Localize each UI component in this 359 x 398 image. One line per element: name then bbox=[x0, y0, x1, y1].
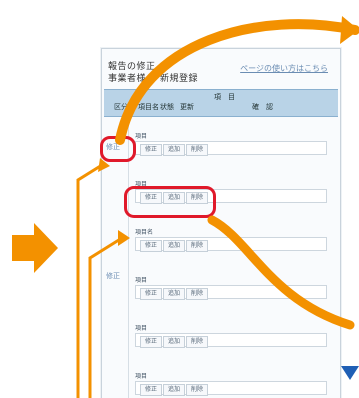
help-link[interactable]: ページの使い方はこちら bbox=[240, 63, 328, 75]
edit-button[interactable]: 修正 bbox=[140, 288, 162, 300]
add-button[interactable]: 追加 bbox=[163, 288, 185, 300]
edit-button[interactable]: 修正 bbox=[140, 144, 162, 156]
delete-button[interactable]: 削除 bbox=[186, 240, 208, 252]
delete-button[interactable]: 削除 bbox=[186, 288, 208, 300]
add-button[interactable]: 追加 bbox=[163, 240, 185, 252]
header-col: 更新 bbox=[180, 103, 194, 111]
delete-button[interactable]: 削除 bbox=[186, 144, 208, 156]
panel-title: 報告の修正 bbox=[108, 62, 156, 72]
edit-button[interactable]: 修正 bbox=[140, 240, 162, 252]
header-col: 区分 bbox=[114, 103, 128, 111]
orange-right-arrow-icon bbox=[12, 223, 58, 273]
edit-button[interactable]: 修正 bbox=[140, 336, 162, 348]
row-side-label[interactable]: 修正 bbox=[106, 271, 120, 281]
tutorial-illustration: 報告の修正 事業者様 新規登録 ページの使い方はこちら 項 目 区分 項目名 状態… bbox=[0, 0, 359, 398]
panel-tab-new[interactable]: 新規登録 bbox=[160, 74, 198, 84]
edit-button[interactable]: 修正 bbox=[140, 384, 162, 396]
panel-header: 報告の修正 事業者様 新規登録 ページの使い方はこちら bbox=[108, 61, 338, 89]
highlight-buttons bbox=[124, 186, 216, 218]
table-header: 項 目 区分 項目名 状態 更新 確 認 bbox=[104, 89, 338, 117]
highlight-edit-left bbox=[100, 136, 136, 162]
header-col: 状態 bbox=[160, 103, 174, 111]
thin-arrow-1 bbox=[76, 163, 103, 398]
delete-button[interactable]: 削除 bbox=[186, 336, 208, 348]
blue-corner-marker-icon bbox=[341, 366, 359, 380]
top-arrowhead-icon bbox=[340, 16, 359, 44]
header-top: 項 目 bbox=[214, 93, 235, 101]
add-button[interactable]: 追加 bbox=[163, 336, 185, 348]
screenshot-panel: 報告の修正 事業者様 新規登録 ページの使い方はこちら 項 目 区分 項目名 状態… bbox=[101, 48, 341, 398]
header-col: 確 認 bbox=[252, 103, 273, 111]
add-button[interactable]: 追加 bbox=[163, 144, 185, 156]
panel-subtitle: 事業者様 bbox=[108, 74, 147, 84]
table-body: 項目 修正 追加 削除 項目 修正 追加 削除 項目名 修正 追加 削除 項目 … bbox=[128, 119, 335, 398]
add-button[interactable]: 追加 bbox=[163, 384, 185, 396]
header-col: 項目名 bbox=[138, 103, 159, 111]
delete-button[interactable]: 削除 bbox=[186, 384, 208, 396]
